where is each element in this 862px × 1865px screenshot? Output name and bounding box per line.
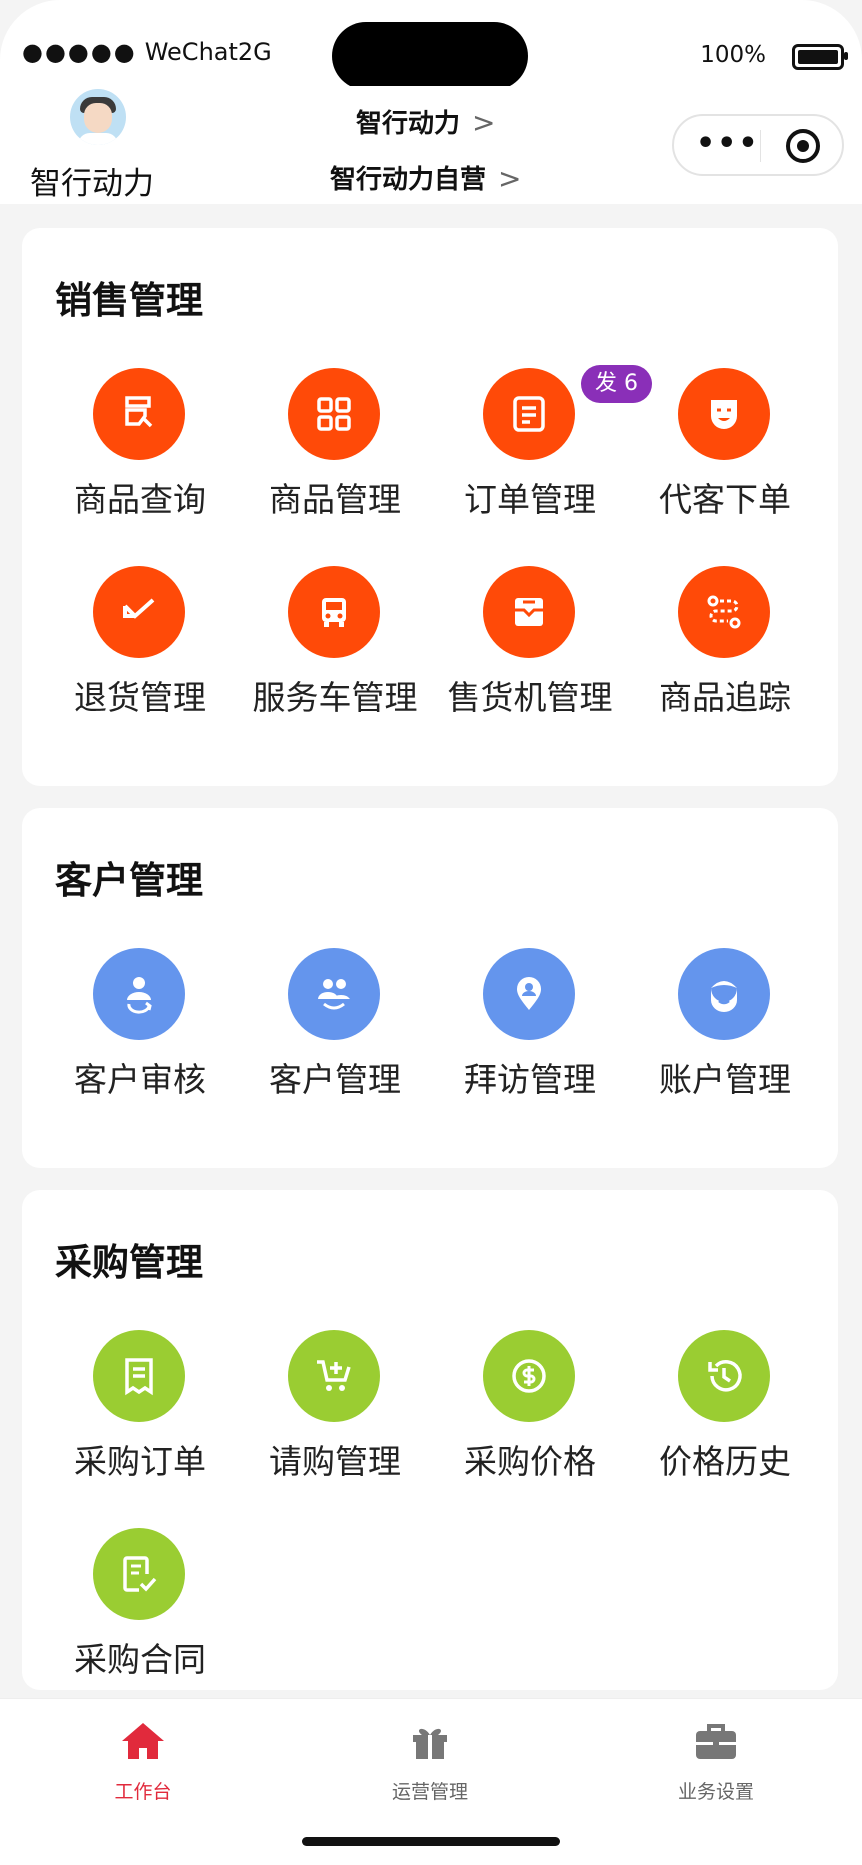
location-person-icon bbox=[483, 948, 575, 1040]
menu-item-label: 退货管理 bbox=[74, 678, 206, 717]
tab-workbench[interactable]: 工作台 bbox=[43, 1721, 243, 1804]
menu-item-order[interactable]: 发 6 订单管理 bbox=[430, 365, 652, 528]
vehicle-icon bbox=[288, 566, 380, 658]
camera-notch bbox=[332, 22, 528, 90]
dollar-icon bbox=[483, 1330, 575, 1422]
menu-item-users[interactable]: 客户管理 bbox=[235, 948, 435, 1108]
store-selector[interactable]: 智行动力自营 > bbox=[330, 159, 521, 196]
chevron-right-icon: > bbox=[498, 162, 522, 195]
purchase-section: 采购管理采购订单 请购管理 采购价格 价格历史采购合同 bbox=[22, 1190, 838, 1690]
status-bar: ●●●●● WeChat2G 100% bbox=[0, 0, 862, 100]
menu-item-contract[interactable]: 采购合同 bbox=[40, 1528, 240, 1688]
menu-item-history[interactable]: 价格历史 bbox=[625, 1330, 825, 1490]
close-target-button[interactable] bbox=[786, 129, 820, 163]
menu-item-receipt[interactable]: 采购订单 bbox=[40, 1330, 240, 1490]
battery-icon bbox=[792, 44, 848, 70]
users-icon bbox=[288, 948, 380, 1040]
store-title: 智行动力自营 bbox=[330, 165, 487, 195]
home-icon bbox=[122, 1723, 164, 1759]
menu-item-vending[interactable]: 售货机管理 bbox=[430, 566, 630, 726]
menu-item-label: 价格历史 bbox=[659, 1442, 791, 1481]
tracking-icon bbox=[678, 566, 770, 658]
carrier: ●●●●● WeChat2G bbox=[22, 38, 272, 66]
menu-item-label: 服务车管理 bbox=[252, 678, 418, 717]
grid-icon bbox=[288, 368, 380, 460]
menu-item-location-person[interactable]: 拜访管理 bbox=[430, 948, 630, 1108]
customer-section: 客户管理 客户审核 客户管理 拜访管理 账户管理 bbox=[22, 808, 838, 1168]
menu-item-product-search[interactable]: 商品查询 bbox=[40, 368, 240, 528]
avatar[interactable] bbox=[70, 89, 126, 145]
menu-item-account-face[interactable]: 账户管理 bbox=[625, 948, 825, 1108]
carrier-name: WeChat2G bbox=[144, 38, 272, 66]
contract-icon bbox=[93, 1528, 185, 1620]
menu-item-label: 代客下单 bbox=[659, 480, 791, 519]
tab-label: 业务设置 bbox=[677, 1781, 754, 1803]
menu-item-cart-add[interactable]: 请购管理 bbox=[235, 1330, 435, 1490]
receipt-icon bbox=[93, 1330, 185, 1422]
vending-icon bbox=[483, 566, 575, 658]
home-indicator bbox=[302, 1837, 560, 1846]
more-button[interactable]: ••• bbox=[696, 126, 760, 161]
cart-add-icon bbox=[288, 1330, 380, 1422]
battery-percentage: 100% bbox=[700, 42, 766, 68]
menu-item-label: 客户管理 bbox=[269, 1060, 401, 1099]
chevron-right-icon: > bbox=[472, 106, 496, 139]
section-title: 采购管理 bbox=[55, 1241, 203, 1284]
return-icon bbox=[93, 566, 185, 658]
history-icon bbox=[678, 1330, 770, 1422]
sales-section: 销售管理商品查询 商品管理发 6 订单管理 代客下单退货管理 服务车管理 售货机管理 商品追… bbox=[22, 228, 838, 786]
menu-item-label: 商品管理 bbox=[269, 480, 401, 519]
gift-icon bbox=[413, 1728, 447, 1759]
tab-label: 工作台 bbox=[114, 1781, 172, 1803]
org-title: 智行动力 bbox=[356, 109, 461, 139]
company-name: 智行动力 bbox=[30, 166, 154, 202]
section-title: 客户管理 bbox=[55, 859, 203, 902]
menu-item-label: 售货机管理 bbox=[447, 678, 613, 717]
menu-item-tracking[interactable]: 商品追踪 bbox=[625, 566, 825, 726]
briefcase-icon bbox=[696, 1724, 736, 1759]
menu-item-label: 拜访管理 bbox=[464, 1060, 596, 1099]
menu-item-vehicle[interactable]: 服务车管理 bbox=[235, 566, 435, 726]
tab-settings[interactable]: 业务设置 bbox=[616, 1721, 816, 1804]
tab-operations[interactable]: 运营管理 bbox=[330, 1721, 530, 1804]
product-search-icon bbox=[93, 368, 185, 460]
signal-icon: ●●●●● bbox=[22, 38, 137, 66]
user-check-icon bbox=[93, 948, 185, 1040]
menu-item-label: 账户管理 bbox=[659, 1060, 791, 1099]
order-icon bbox=[483, 368, 575, 460]
menu-item-user-check[interactable]: 客户审核 bbox=[40, 948, 240, 1108]
menu-item-label: 商品追踪 bbox=[659, 678, 791, 717]
mask-icon bbox=[678, 368, 770, 460]
menu-item-return[interactable]: 退货管理 bbox=[40, 566, 240, 726]
menu-item-label: 客户审核 bbox=[74, 1060, 206, 1099]
menu-item-dollar[interactable]: 采购价格 bbox=[430, 1330, 630, 1490]
menu-item-label: 采购价格 bbox=[464, 1442, 596, 1481]
page-header: 智行动力 智行动力 > 智行动力自营 > ••• bbox=[0, 86, 862, 204]
menu-item-label: 商品查询 bbox=[74, 480, 206, 519]
menu-item-label: 采购合同 bbox=[74, 1640, 206, 1679]
menu-item-label: 采购订单 bbox=[74, 1442, 206, 1481]
menu-item-label: 订单管理 bbox=[464, 480, 596, 519]
miniprogram-capsule: ••• bbox=[672, 114, 844, 176]
section-title: 销售管理 bbox=[55, 279, 203, 322]
menu-item-grid[interactable]: 商品管理 bbox=[235, 368, 435, 528]
tab-label: 运营管理 bbox=[391, 1781, 468, 1803]
menu-item-mask[interactable]: 代客下单 bbox=[625, 368, 825, 528]
org-selector[interactable]: 智行动力 > bbox=[356, 103, 495, 140]
account-face-icon bbox=[678, 948, 770, 1040]
menu-item-label: 请购管理 bbox=[269, 1442, 401, 1481]
